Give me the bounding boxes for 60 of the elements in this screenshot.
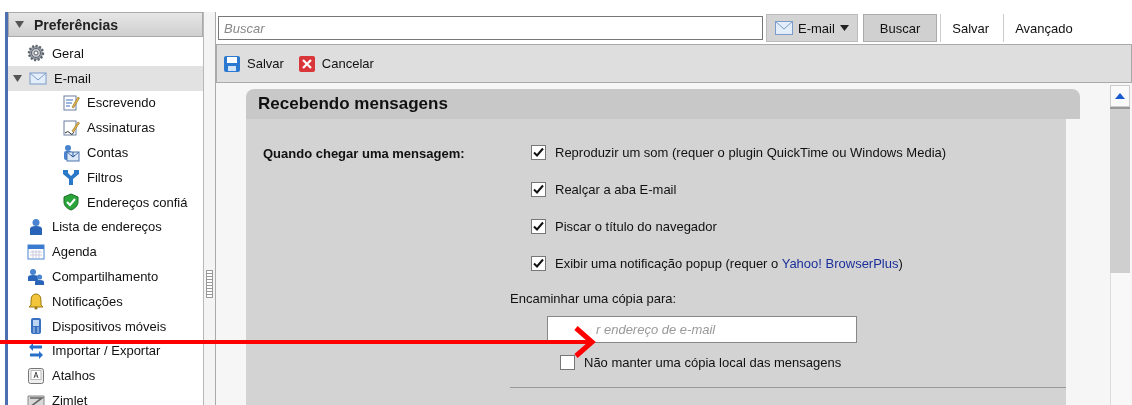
splitter[interactable]: [204, 12, 216, 405]
collapse-arrow-icon[interactable]: [15, 20, 24, 29]
option-label: Reproduzir um som (requer o plugin QuickTime ou Windows Media): [555, 145, 947, 160]
envelope-icon: [29, 69, 47, 88]
sidebar-item[interactable]: Compartilhamento: [8, 264, 203, 289]
sidebar-item[interactable]: Contas: [8, 140, 203, 165]
shield-check-icon: [62, 193, 80, 212]
option-label: Exibir uma notificação popup (requer o Yahoo! BrowserPlus): [555, 256, 903, 271]
sidebar-item[interactable]: Geral: [8, 41, 203, 66]
people-icon: [27, 267, 45, 286]
toolbar-button[interactable]: Avançado: [1003, 14, 1084, 42]
scroll-up-button[interactable]: [1110, 85, 1130, 107]
splitter-grip[interactable]: [206, 269, 213, 298]
key-icon: [27, 366, 45, 385]
checkbox[interactable]: [560, 355, 575, 370]
up-arrow-icon: [1115, 93, 1125, 99]
scrollbar-thumb[interactable]: [1110, 107, 1130, 273]
document-pencil-icon: [62, 94, 80, 112]
sidebar-item[interactable]: Importar / Exportar: [8, 338, 203, 364]
field-label: Encaminhar uma cópia para:: [510, 291, 678, 306]
cancel-button[interactable]: Cancelar: [297, 54, 374, 73]
sidebar-item[interactable]: Agenda: [8, 239, 203, 265]
collapse-arrow-icon[interactable]: [13, 73, 22, 83]
save-button[interactable]: Salvar: [223, 54, 284, 73]
sidebar-item[interactable]: Endereços confiá: [8, 189, 203, 215]
signature-icon: [62, 118, 80, 137]
toolbar-button[interactable]: Buscar: [862, 14, 938, 42]
checkbox[interactable]: [531, 145, 546, 160]
sidebar-item[interactable]: E-mail: [8, 65, 203, 91]
checkbox[interactable]: [531, 219, 546, 234]
sidebar-item[interactable]: Lista de endereços: [8, 214, 203, 240]
calendar-icon: [27, 242, 45, 261]
filter-icon: [62, 168, 80, 187]
sidebar-item[interactable]: Filtros: [8, 165, 203, 190]
sidebar-item[interactable]: Notificações: [8, 288, 203, 314]
sidebar-item[interactable]: Atalhos: [8, 363, 203, 389]
option-label: Realçar a aba E-mail: [555, 182, 677, 197]
search-field[interactable]: Buscar: [218, 16, 763, 40]
sidebar-item[interactable]: Assinaturas: [8, 115, 203, 141]
bell-icon: [27, 292, 45, 311]
person-icon: [27, 217, 45, 236]
option-label: Não manter uma cópia local das mensagens: [584, 355, 842, 370]
dropdown-caret-icon: [839, 25, 849, 31]
option-label: Piscar o título do navegador: [555, 219, 717, 234]
section-title: Recebendo mensagens: [246, 89, 1080, 119]
arrows-icon: [27, 341, 45, 360]
envelope-icon: [775, 21, 793, 35]
checkbox[interactable]: [531, 256, 546, 271]
sidebar-item[interactable]: Dispositivos móveis: [8, 313, 203, 339]
gear-icon: [27, 44, 45, 63]
search-type-dropdown[interactable]: E-mail: [766, 14, 858, 42]
checkbox[interactable]: [531, 182, 546, 197]
sidebar-header[interactable]: Preferências: [8, 12, 203, 37]
sidebar-item[interactable]: Zimlet: [8, 388, 203, 405]
email-field[interactable]: r endereço de e-mail: [547, 316, 857, 343]
toolbar-button[interactable]: Salvar: [940, 14, 1001, 42]
close-icon: [297, 54, 316, 73]
plugin-link[interactable]: Yahoo! BrowserPlus: [781, 256, 899, 271]
sidebar-item[interactable]: Escrevendo: [8, 90, 203, 116]
envelope-person-icon: [62, 143, 80, 162]
